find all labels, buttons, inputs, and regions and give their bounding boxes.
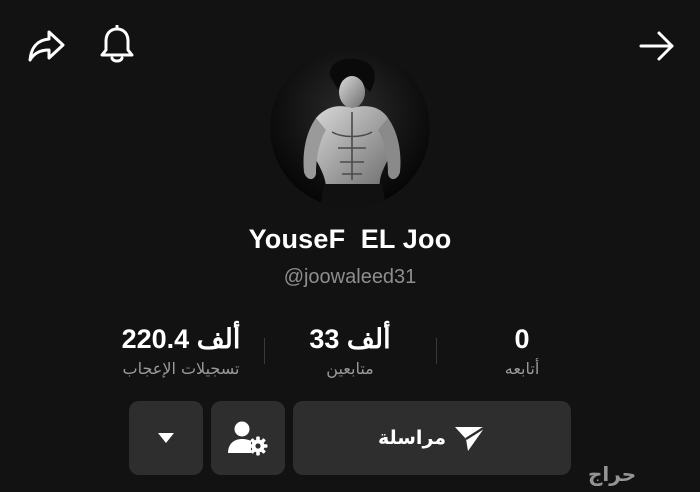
share-button[interactable]	[26, 26, 68, 66]
user-settings-button[interactable]	[211, 401, 285, 475]
stat-following-value: 0	[514, 324, 530, 354]
back-button[interactable]	[636, 26, 678, 66]
share-arrow-icon	[28, 30, 65, 62]
notification-button[interactable]	[98, 24, 136, 66]
send-icon	[455, 425, 486, 451]
watermark: حراج	[588, 462, 637, 486]
stat-following-label: أتابعه	[504, 359, 540, 378]
user-gear-icon	[228, 421, 268, 456]
bell-icon	[100, 25, 134, 63]
stat-likes[interactable]: 220.4 ألف تسجيلات الإعجاب	[96, 322, 266, 380]
caret-down-icon	[158, 433, 174, 443]
more-options-dropdown-button[interactable]	[129, 401, 203, 475]
avatar[interactable]	[270, 48, 430, 208]
stat-likes-value: 220.4 ألف	[121, 324, 241, 354]
stat-divider	[436, 338, 437, 364]
stat-followers-label: متابعين	[326, 359, 374, 378]
stat-followers[interactable]: 33 ألف متابعين	[290, 322, 410, 380]
username: @joowaleed31	[283, 266, 417, 288]
stat-following[interactable]: 0 أتابعه	[470, 322, 574, 380]
stat-likes-label: تسجيلات الإعجاب	[122, 359, 240, 378]
display-name: YouseF EL Joo	[248, 224, 452, 254]
stat-followers-value: 33 ألف	[309, 324, 391, 354]
message-button-label: مراسلة	[377, 427, 447, 449]
arrow-right-icon	[639, 31, 674, 61]
message-button[interactable]: مراسلة	[293, 401, 571, 475]
stat-divider	[264, 338, 265, 364]
avatar-image	[270, 48, 430, 208]
